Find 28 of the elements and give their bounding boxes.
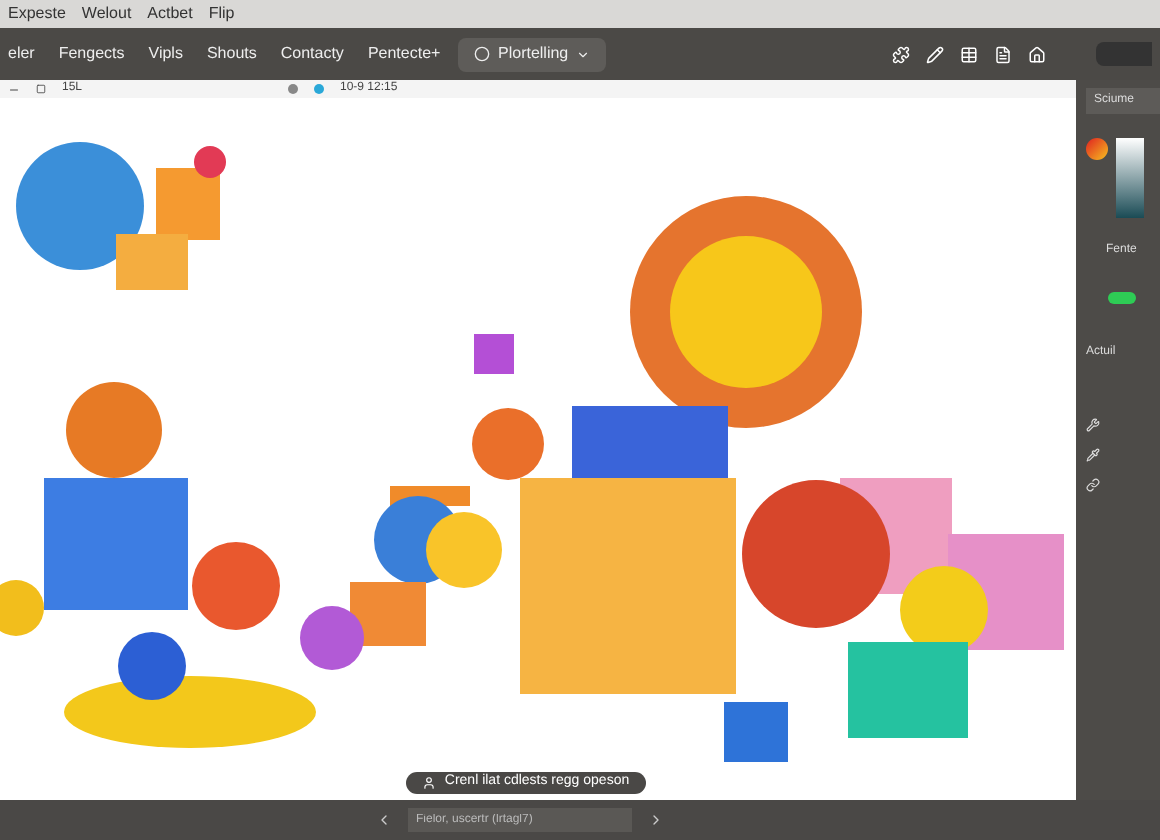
- puzzle-icon[interactable]: [892, 45, 910, 63]
- document-icon[interactable]: [994, 45, 1012, 63]
- toggle-switch[interactable]: [1108, 292, 1136, 304]
- home-icon[interactable]: [1028, 45, 1046, 63]
- table-icon[interactable]: [960, 45, 978, 63]
- menu-item[interactable]: Actbet: [147, 2, 193, 26]
- nav-link[interactable]: Fengects: [58, 42, 125, 66]
- menu-item[interactable]: Flip: [208, 2, 235, 26]
- nav-link[interactable]: Shouts: [206, 42, 257, 66]
- color-gradient-swatch[interactable]: [1116, 138, 1144, 218]
- user-icon: [422, 776, 437, 790]
- nav-link[interactable]: Pentecte+: [367, 42, 441, 66]
- caret-icon: [576, 47, 591, 61]
- menu-item[interactable]: Expeste: [8, 2, 66, 26]
- forward-icon[interactable]: [648, 812, 664, 828]
- project-dropdown[interactable]: Plortelling: [458, 37, 607, 71]
- square-icon: [36, 84, 46, 94]
- back-icon[interactable]: [376, 812, 392, 828]
- edit-icon[interactable]: [926, 45, 944, 63]
- color-wheel-icon[interactable]: [1086, 138, 1108, 160]
- nav-link[interactable]: eler: [8, 42, 35, 66]
- pipette-icon[interactable]: [1086, 448, 1100, 462]
- circle-icon: [474, 46, 490, 62]
- menu-item[interactable]: Welout: [81, 2, 132, 26]
- link-icon[interactable]: [1086, 478, 1100, 492]
- nav-link[interactable]: Contacty: [280, 42, 344, 66]
- wrench-icon[interactable]: [1086, 418, 1100, 432]
- nav-link[interactable]: Vipls: [148, 42, 183, 66]
